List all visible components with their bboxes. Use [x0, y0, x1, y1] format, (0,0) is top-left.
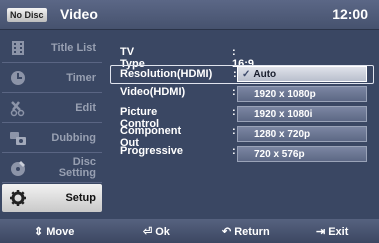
timer-icon: [9, 69, 27, 87]
disc-label-line2: Setting: [58, 167, 96, 179]
no-disc-badge: No Disc: [7, 8, 47, 22]
up-down-arrows-icon: ⇕: [34, 226, 44, 238]
setting-label: Progressive: [120, 145, 183, 157]
option-auto[interactable]: ✓ Auto: [237, 66, 367, 82]
title-list-icon: [9, 39, 27, 57]
setting-value: :: [232, 125, 236, 137]
footer-ok-label: Ok: [155, 225, 170, 238]
clock: 12:00: [332, 6, 368, 22]
footer-ok: ⏎ Ok: [143, 225, 170, 239]
return-icon: ↶: [222, 226, 232, 238]
divider: [2, 92, 102, 93]
divider: [2, 182, 102, 183]
sidebar-item-setup[interactable]: Setup: [2, 184, 102, 212]
setting-label: Resolution(HDMI): [120, 68, 213, 80]
option-label: 1920 x 1080i: [254, 108, 313, 120]
enter-icon: ⏎: [143, 226, 153, 238]
sidebar-item-title-list[interactable]: Title List: [2, 34, 102, 62]
sidebar-item-label: Disc Setting: [59, 154, 96, 182]
divider: [2, 122, 102, 123]
resolution-dropdown: ✓ Auto 1920 x 1080p 1920 x 1080i 1280 x …: [237, 66, 367, 166]
sidebar-item-disc-setting[interactable]: Disc Setting: [2, 154, 102, 182]
footer-bar: ⇕ Move ⏎ Ok ↶ Return ⇥ Exit: [0, 219, 379, 243]
option-label: Auto: [253, 68, 277, 80]
footer-return-label: Return: [234, 225, 270, 238]
footer-move: ⇕ Move: [34, 225, 75, 239]
option-1280x720p[interactable]: 1280 x 720p: [237, 126, 367, 142]
sidebar: Title List Timer Edit Dubbing Disc Setti…: [0, 34, 106, 212]
footer-move-label: Move: [46, 225, 75, 238]
divider: [2, 62, 102, 63]
setting-value: :: [232, 145, 236, 157]
sidebar-item-label: Setup: [65, 191, 96, 204]
page-title: Video: [60, 6, 98, 22]
footer-return: ↶ Return: [222, 225, 270, 239]
option-1920x1080i[interactable]: 1920 x 1080i: [237, 106, 367, 122]
setting-label: Video(HDMI): [120, 86, 186, 98]
sidebar-item-label: Edit: [75, 101, 96, 114]
footer-exit-label: Exit: [328, 225, 349, 238]
divider: [2, 152, 102, 153]
option-label: 720 x 576p: [254, 148, 305, 160]
setup-icon: [9, 189, 27, 207]
footer-exit: ⇥ Exit: [316, 225, 349, 239]
checkmark-icon: ✓: [242, 68, 251, 80]
video-setup-screen: No Disc Video 12:00 Title List Timer Edi…: [0, 0, 379, 243]
option-1920x1080p[interactable]: 1920 x 1080p: [237, 86, 367, 102]
sidebar-item-label: Title List: [50, 41, 96, 54]
header-bar: No Disc Video 12:00: [0, 0, 379, 30]
edit-icon: [9, 99, 27, 117]
disc-setting-icon: [9, 159, 27, 177]
sidebar-item-label: Dubbing: [51, 131, 96, 144]
sidebar-item-timer[interactable]: Timer: [2, 64, 102, 92]
setting-value: :: [232, 86, 236, 98]
option-720x576p[interactable]: 720 x 576p: [237, 146, 367, 162]
exit-icon: ⇥: [316, 226, 326, 238]
option-label: 1280 x 720p: [254, 128, 311, 140]
dubbing-icon: [9, 129, 27, 147]
sidebar-item-edit[interactable]: Edit: [2, 94, 102, 122]
option-label: 1920 x 1080p: [254, 88, 316, 100]
sidebar-item-label: Timer: [66, 71, 96, 84]
setting-value: :: [232, 106, 236, 118]
sidebar-item-dubbing[interactable]: Dubbing: [2, 124, 102, 152]
